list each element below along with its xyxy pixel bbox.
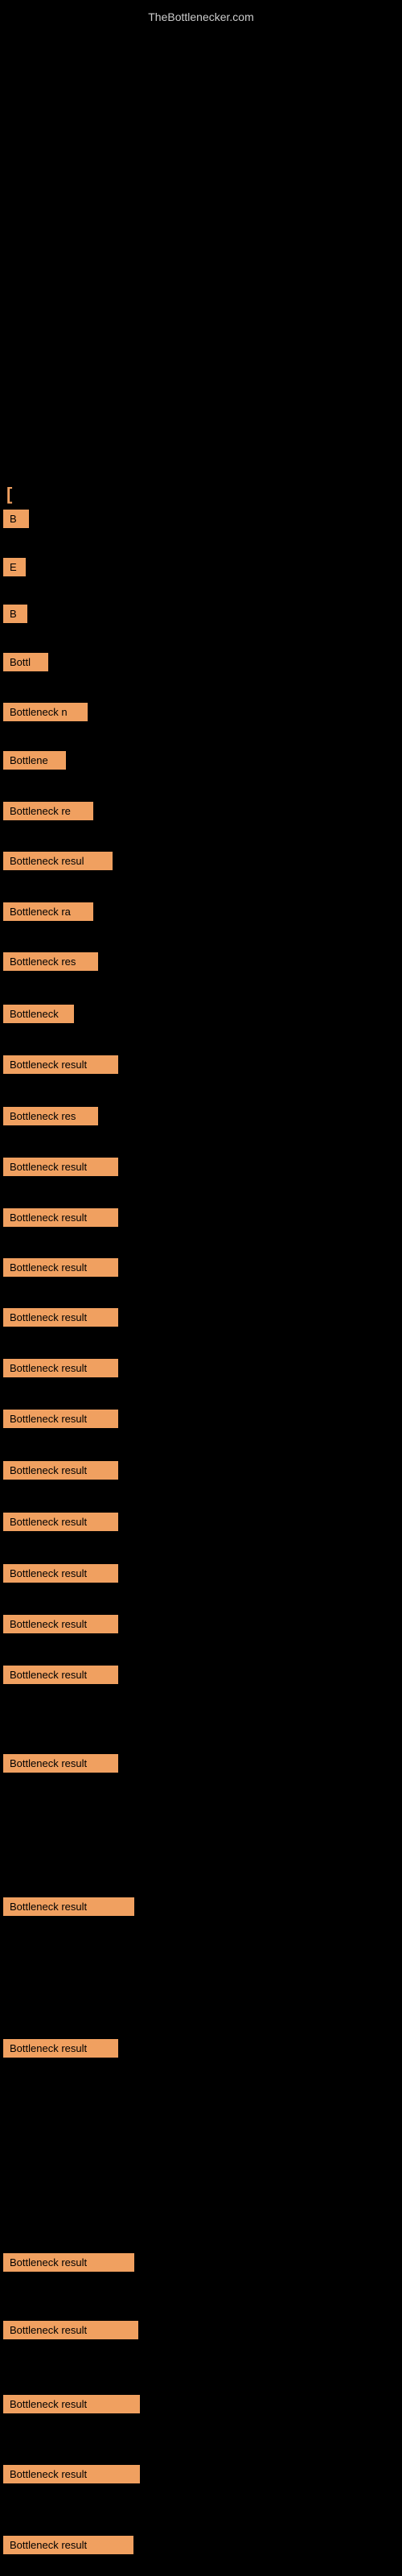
bottleneck-result-label: Bottleneck result (3, 1155, 118, 1183)
bottleneck-result-label: Bottleneck result (3, 1510, 118, 1538)
site-title: TheBottlenecker.com (0, 4, 402, 30)
bottleneck-result-label: Bottleneck result (3, 2392, 140, 2420)
bottleneck-result-label: Bottleneck result (3, 1356, 118, 1384)
bottleneck-result-label: Bottleneck result (3, 1053, 118, 1080)
bottleneck-result-label: Bottleneck result (3, 2318, 138, 2346)
bottleneck-result-label: B (3, 507, 29, 535)
bottleneck-result-label: Bottleneck result (3, 1256, 118, 1283)
bottleneck-result-label: Bottleneck result (3, 2251, 134, 2278)
bottleneck-result-label: Bottleneck result (3, 1206, 118, 1233)
bottleneck-result-label: Bottleneck result (3, 1895, 134, 1922)
bottleneck-result-label: Bottleneck ra (3, 900, 93, 927)
bottleneck-result-label: Bottleneck re (3, 799, 93, 827)
bottleneck-result-label: Bottleneck result (3, 2462, 140, 2490)
bottleneck-result-label: Bottleneck n (3, 700, 88, 728)
bottleneck-result-label: Bottleneck result (3, 1562, 118, 1589)
bottleneck-result-label: Bottleneck result (3, 1459, 118, 1486)
bottleneck-result-label: Bottleneck result (3, 1663, 118, 1690)
bottleneck-result-label: Bottleneck result (3, 1612, 118, 1640)
bottleneck-result-label: Bottleneck resul (3, 849, 113, 877)
bottleneck-result-label: Bottl (3, 650, 48, 678)
bottleneck-result-label: E (3, 555, 26, 583)
bottleneck-result-label: B (3, 602, 27, 630)
bottleneck-result-label: Bottleneck (3, 1002, 74, 1030)
bottleneck-result-label: Bottleneck res (3, 950, 98, 977)
bottleneck-result-label: Bottleneck res (3, 1104, 98, 1132)
bottleneck-result-label: Bottleneck result (3, 1306, 118, 1333)
bottleneck-result-label: Bottleneck result (3, 1407, 118, 1435)
bottleneck-result-label: Bottleneck result (3, 1752, 118, 1779)
bottleneck-result-label: Bottlene (3, 749, 66, 776)
bottleneck-result-label: Bottleneck result (3, 2533, 133, 2561)
bracket: [ (6, 484, 12, 505)
bottleneck-result-label: Bottleneck result (3, 2037, 118, 2064)
